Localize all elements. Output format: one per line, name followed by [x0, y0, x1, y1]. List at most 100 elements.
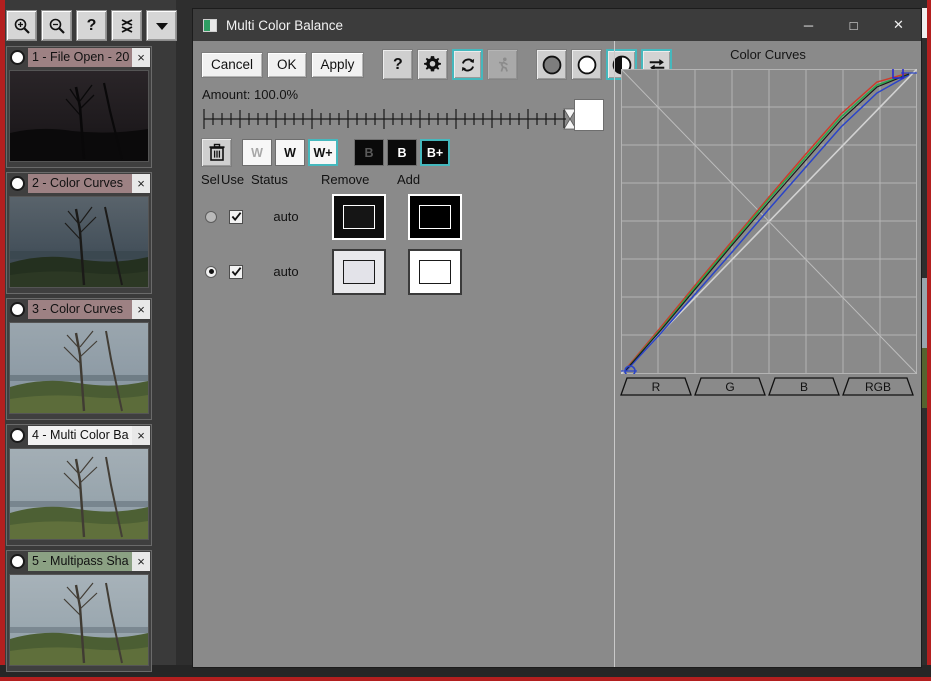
list-item-header: 2 - Color Curves ×: [8, 174, 150, 193]
dialog-title: Multi Color Balance: [226, 18, 786, 33]
red-border-right: [927, 0, 931, 681]
cancel-button[interactable]: Cancel: [201, 52, 263, 78]
row-status: auto: [251, 209, 321, 224]
column-header-add: Add: [397, 172, 473, 187]
thumbnail-image[interactable]: [9, 196, 149, 288]
svg-text:R: R: [652, 380, 661, 394]
row-use-cell: [221, 210, 251, 224]
close-icon[interactable]: ×: [132, 426, 150, 445]
set-black-point-button[interactable]: B: [387, 139, 417, 166]
column-header-status: Status: [251, 172, 321, 187]
list-item-toggle[interactable]: [10, 302, 25, 317]
remove-color-swatch[interactable]: [332, 249, 386, 295]
curves-graph[interactable]: [621, 69, 917, 374]
add-color-inner: [419, 260, 451, 284]
row-add-cell: [397, 194, 473, 240]
maximize-button[interactable]: □: [831, 9, 876, 41]
help-glyph: ?: [393, 56, 403, 74]
dialog-titlebar[interactable]: Multi Color Balance ─ □ ✕: [193, 9, 921, 41]
add-color-swatch[interactable]: [408, 194, 462, 240]
chevron-down-icon[interactable]: [146, 10, 177, 41]
slider-ruler: [202, 105, 570, 131]
list-item[interactable]: 3 - Color Curves ×: [6, 298, 152, 420]
add-white-point-button[interactable]: W+: [308, 139, 338, 166]
minimize-button[interactable]: ─: [786, 9, 831, 41]
close-button[interactable]: ✕: [876, 9, 921, 41]
thumbnail-image[interactable]: [9, 574, 149, 666]
close-icon[interactable]: ×: [132, 174, 150, 193]
help-glyph: ?: [87, 17, 97, 35]
add-black-point-button[interactable]: B+: [420, 139, 450, 166]
list-item[interactable]: 1 - File Open - 20 ×: [6, 46, 152, 168]
channel-tabs[interactable]: R G B RGB: [619, 375, 919, 397]
color-points-table: Sel Use Status Remove Add auto: [201, 169, 606, 299]
controls-pane: Cancel OK Apply ?: [193, 41, 613, 667]
apply-button[interactable]: Apply: [311, 52, 365, 78]
history-item-list: 1 - File Open - 20 × 2 - Color Curves ×: [6, 46, 156, 676]
runner-icon: [487, 49, 518, 80]
table-header-row: Sel Use Status Remove Add: [201, 169, 606, 189]
amount-slider[interactable]: [202, 105, 570, 131]
row-select-cell: [201, 266, 221, 278]
dialog-body: Cancel OK Apply ?: [193, 41, 921, 667]
list-item[interactable]: 5 - Multipass Sha ×: [6, 550, 152, 672]
list-item-header: 4 - Multi Color Ba ×: [8, 426, 150, 445]
help-icon[interactable]: ?: [382, 49, 413, 80]
refresh-icon[interactable]: [452, 49, 483, 80]
list-item-header: 5 - Multipass Sha ×: [8, 552, 150, 571]
list-item-label: 2 - Color Curves: [28, 174, 132, 193]
svg-text:B: B: [800, 380, 808, 394]
thumbnail-image[interactable]: [9, 448, 149, 540]
remove-white-point-button[interactable]: W: [242, 139, 272, 166]
add-color-swatch[interactable]: [408, 249, 462, 295]
app-icon: [203, 19, 217, 32]
remove-color-swatch[interactable]: [332, 194, 386, 240]
zoom-in-icon[interactable]: [6, 10, 37, 41]
curves-title: Color Curves: [615, 47, 921, 62]
dialog-action-toolbar: Cancel OK Apply ?: [201, 49, 672, 80]
list-item-toggle[interactable]: [10, 428, 25, 443]
amount-label: Amount: 100.0%: [202, 87, 298, 102]
close-icon[interactable]: ×: [132, 48, 150, 67]
svg-text:RGB: RGB: [865, 380, 891, 394]
fit-icon[interactable]: [111, 10, 142, 41]
row-add-cell: [397, 249, 473, 295]
row-use-cell: [221, 265, 251, 279]
multi-color-balance-dialog: Multi Color Balance ─ □ ✕ Cancel OK Appl…: [192, 8, 922, 668]
list-item[interactable]: 2 - Color Curves ×: [6, 172, 152, 294]
color-curves-pane: Color Curves: [614, 41, 921, 667]
list-item-label: 1 - File Open - 20: [28, 48, 132, 67]
list-item-header: 3 - Color Curves ×: [8, 300, 150, 319]
row-radio[interactable]: [205, 266, 217, 278]
column-header-sel: Sel: [201, 172, 221, 187]
gear-icon[interactable]: [417, 49, 448, 80]
list-item-toggle[interactable]: [10, 554, 25, 569]
circle-filled-icon[interactable]: [536, 49, 567, 80]
row-checkbox[interactable]: [229, 210, 243, 224]
close-icon[interactable]: ×: [132, 300, 150, 319]
row-select-cell: [201, 211, 221, 223]
ok-button[interactable]: OK: [267, 52, 307, 78]
thumbnail-image[interactable]: [9, 70, 149, 162]
thumbnail-image[interactable]: [9, 322, 149, 414]
trash-icon[interactable]: [201, 138, 232, 167]
row-radio[interactable]: [205, 211, 217, 223]
table-row[interactable]: auto: [201, 189, 606, 244]
row-checkbox[interactable]: [229, 265, 243, 279]
row-remove-cell: [321, 194, 397, 240]
list-item-label: 3 - Color Curves: [28, 300, 132, 319]
list-item-toggle[interactable]: [10, 50, 25, 65]
main-toolbar: ?: [6, 10, 177, 41]
remove-black-point-button[interactable]: B: [354, 139, 384, 166]
help-icon[interactable]: ?: [76, 10, 107, 41]
list-item[interactable]: 4 - Multi Color Ba ×: [6, 424, 152, 546]
list-item-label: 5 - Multipass Sha: [28, 552, 132, 571]
circle-empty-icon[interactable]: [571, 49, 602, 80]
list-item-toggle[interactable]: [10, 176, 25, 191]
preview-color-swatch[interactable]: [574, 99, 604, 131]
zoom-out-icon[interactable]: [41, 10, 72, 41]
close-icon[interactable]: ×: [132, 552, 150, 571]
table-row[interactable]: auto: [201, 244, 606, 299]
set-white-point-button[interactable]: W: [275, 139, 305, 166]
row-status: auto: [251, 264, 321, 279]
